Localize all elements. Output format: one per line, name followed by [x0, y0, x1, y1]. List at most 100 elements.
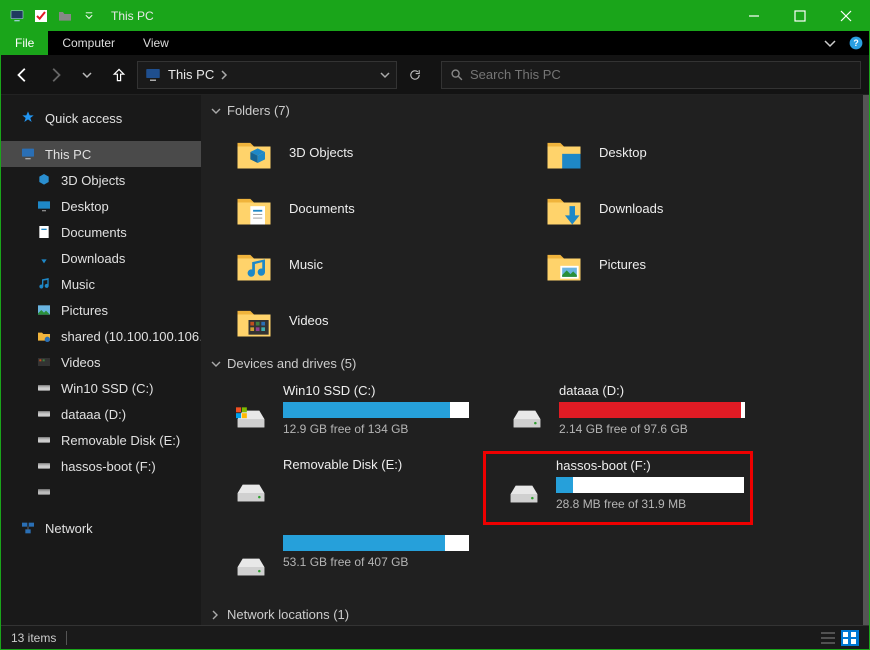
- sidebar-item[interactable]: dataaa (D:): [1, 401, 201, 427]
- search-input[interactable]: [470, 67, 852, 82]
- sidebar-item-label: Quick access: [45, 111, 122, 126]
- cube-icon: [35, 171, 53, 189]
- folder-tile[interactable]: Desktop: [517, 124, 827, 180]
- forward-button[interactable]: [41, 61, 69, 89]
- drive-free-text: 28.8 MB free of 31.9 MB: [556, 497, 744, 511]
- item-count: 13 items: [11, 631, 56, 645]
- drive-usage-bar: [556, 477, 744, 493]
- group-header-drives[interactable]: Devices and drives (5): [207, 348, 863, 377]
- content-pane[interactable]: Folders (7) 3D Objects Desktop DocumentsDo…: [201, 95, 869, 625]
- drive-tile[interactable]: hassos-boot (F:) 28.8 MB free of 31.9 MB: [483, 451, 753, 525]
- star-icon: [19, 109, 37, 127]
- drive-icon: [35, 457, 53, 475]
- chevron-down-icon: [211, 106, 221, 116]
- down-icon: [35, 249, 53, 267]
- expand-ribbon-button[interactable]: [817, 31, 843, 55]
- drive-icon: [231, 473, 271, 513]
- sidebar-quick-access[interactable]: Quick access: [1, 105, 201, 131]
- tiles-view-button[interactable]: [841, 630, 859, 646]
- drive-icon: [35, 405, 53, 423]
- tab-computer[interactable]: Computer: [48, 31, 129, 55]
- doc-icon: [231, 185, 277, 231]
- chevron-right-icon[interactable]: [220, 70, 228, 80]
- svg-text:?: ?: [853, 38, 858, 48]
- quick-access-toolbar: [1, 6, 105, 26]
- sidebar-item-label: Pictures: [61, 303, 108, 318]
- close-button[interactable]: [823, 1, 869, 31]
- sidebar-item[interactable]: 3D Objects: [1, 167, 201, 193]
- folder-tile[interactable]: Videos: [207, 292, 517, 348]
- tile-label: Desktop: [599, 145, 647, 160]
- sidebar-item-label: Removable Disk (E:): [61, 433, 180, 448]
- tab-view[interactable]: View: [129, 31, 183, 55]
- drive-tile[interactable]: Win10 SSD (C:)12.9 GB free of 134 GB: [207, 377, 477, 451]
- recent-button[interactable]: [73, 61, 101, 89]
- cube-icon: [231, 129, 277, 175]
- back-button[interactable]: [9, 61, 37, 89]
- sidebar-item[interactable]: Videos: [1, 349, 201, 375]
- desktop-icon: [541, 129, 587, 175]
- details-view-button[interactable]: [819, 630, 837, 646]
- desktop-icon: [35, 197, 53, 215]
- tile-label: Music: [289, 257, 323, 272]
- folder-tile[interactable]: 3D Objects: [207, 124, 517, 180]
- drive-icon: [504, 474, 544, 514]
- folder-tile[interactable]: Documents: [207, 180, 517, 236]
- up-button[interactable]: [105, 61, 133, 89]
- sidebar-empty-drive[interactable]: [1, 479, 201, 505]
- tile-label: Pictures: [599, 257, 646, 272]
- properties-icon[interactable]: [31, 6, 51, 26]
- drive-icon: [231, 399, 271, 439]
- sidebar-item[interactable]: Pictures: [1, 297, 201, 323]
- drive-name: hassos-boot (F:): [556, 458, 744, 473]
- refresh-button[interactable]: [401, 61, 429, 89]
- sidebar-this-pc[interactable]: This PC: [1, 141, 201, 167]
- doc-icon: [35, 223, 53, 241]
- sidebar-item[interactable]: shared (10.100.100.106…: [1, 323, 201, 349]
- group-label: Devices and drives (5): [227, 356, 356, 371]
- sidebar-item-label: Music: [61, 277, 95, 292]
- qat-chevron-icon[interactable]: [79, 6, 99, 26]
- drive-tile[interactable]: dataaa (D:)2.14 GB free of 97.6 GB: [483, 377, 753, 451]
- view-toggle: [819, 630, 859, 646]
- sidebar-item-label: Network: [45, 521, 93, 536]
- sidebar-item-label: shared (10.100.100.106…: [61, 329, 201, 344]
- sidebar-item-label: This PC: [45, 147, 91, 162]
- chevron-down-icon: [211, 359, 221, 369]
- minimize-button[interactable]: [731, 1, 777, 31]
- group-header-network[interactable]: Network locations (1): [207, 599, 863, 625]
- sidebar-item[interactable]: Documents: [1, 219, 201, 245]
- maximize-button[interactable]: [777, 1, 823, 31]
- sidebar-network[interactable]: Network: [1, 515, 201, 541]
- drive-tile[interactable]: 53.1 GB free of 407 GB: [207, 525, 477, 599]
- netfolder-icon: [35, 327, 53, 345]
- sidebar-item[interactable]: Music: [1, 271, 201, 297]
- sidebar-item[interactable]: Removable Disk (E:): [1, 427, 201, 453]
- folder-tile[interactable]: Downloads: [517, 180, 827, 236]
- breadcrumb[interactable]: This PC: [168, 67, 214, 82]
- address-bar[interactable]: This PC: [137, 61, 397, 89]
- search-box[interactable]: [441, 61, 861, 89]
- sidebar-item[interactable]: Desktop: [1, 193, 201, 219]
- sidebar-item[interactable]: hassos-boot (F:): [1, 453, 201, 479]
- drive-icon: [35, 431, 53, 449]
- pc-icon: [19, 145, 37, 163]
- sidebar-item-label: Desktop: [61, 199, 109, 214]
- body: Quick access This PC 3D Objects Desktop Do…: [1, 95, 869, 625]
- chevron-down-icon[interactable]: [380, 70, 390, 80]
- folder-tile[interactable]: Music: [207, 236, 517, 292]
- folder-icon[interactable]: [55, 6, 75, 26]
- thispc-icon: [144, 66, 162, 84]
- file-tab[interactable]: File: [1, 31, 48, 55]
- sidebar-item[interactable]: Downloads: [1, 245, 201, 271]
- window-title: This PC: [105, 9, 154, 23]
- group-header-folders[interactable]: Folders (7): [207, 95, 863, 124]
- help-button[interactable]: ?: [843, 31, 869, 55]
- navigation-pane: Quick access This PC 3D Objects Desktop Do…: [1, 95, 201, 625]
- navbar: This PC: [1, 55, 869, 95]
- sidebar-item[interactable]: Win10 SSD (C:): [1, 375, 201, 401]
- drive-name: Removable Disk (E:): [283, 457, 469, 472]
- folder-tile[interactable]: Pictures: [517, 236, 827, 292]
- drive-tile[interactable]: Removable Disk (E:): [207, 451, 477, 525]
- group-label: Network locations (1): [227, 607, 349, 622]
